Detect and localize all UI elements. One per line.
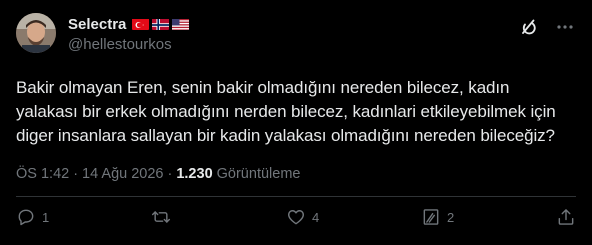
display-name[interactable]: Selectra	[68, 16, 126, 33]
more-options-icon[interactable]	[554, 16, 576, 38]
share-button[interactable]	[556, 207, 576, 227]
tweet-date[interactable]: 14 Ağu 2026	[82, 166, 163, 182]
tweet-meta: ÖS 1:42 · 14 Ağu 2026 · 1.230 Görüntülem…	[16, 164, 576, 184]
tweet-text: Bakir olmayan Eren, senin bakir olmadığı…	[16, 78, 556, 145]
reply-icon	[18, 209, 34, 226]
views-label: Görüntüleme	[216, 166, 301, 182]
reply-button[interactable]: 1	[16, 207, 56, 227]
usa-flag-icon	[172, 18, 190, 30]
meta-separator: ·	[167, 166, 173, 182]
tweet-header: Selectra @hellestourkos	[16, 12, 576, 60]
name-row: Selectra	[68, 14, 192, 34]
retweet-button[interactable]	[151, 207, 191, 227]
like-button[interactable]: 4	[286, 207, 326, 227]
heart-icon	[288, 210, 304, 225]
avatar[interactable]	[16, 13, 56, 53]
turkey-flag-icon	[132, 18, 150, 30]
views-chart-icon	[423, 209, 439, 225]
divider	[16, 196, 576, 197]
views-button[interactable]: 2	[421, 207, 461, 227]
user-block: Selectra @hellestourkos	[68, 12, 192, 53]
avatar-photo	[16, 13, 56, 53]
meta-separator: ·	[73, 166, 79, 182]
share-icon	[558, 209, 574, 225]
action-bar: 1 4 2	[16, 205, 576, 229]
norway-flag-icon	[152, 18, 170, 30]
grok-icon[interactable]	[518, 16, 540, 38]
views-action-count: 2	[447, 209, 455, 225]
reply-count: 1	[42, 209, 50, 225]
retweet-icon	[151, 211, 171, 223]
like-count: 4	[312, 209, 320, 225]
tweet-time[interactable]: ÖS 1:42	[16, 166, 69, 182]
handle[interactable]: @hellestourkos	[68, 36, 192, 53]
views-count: 1.230	[176, 166, 213, 182]
